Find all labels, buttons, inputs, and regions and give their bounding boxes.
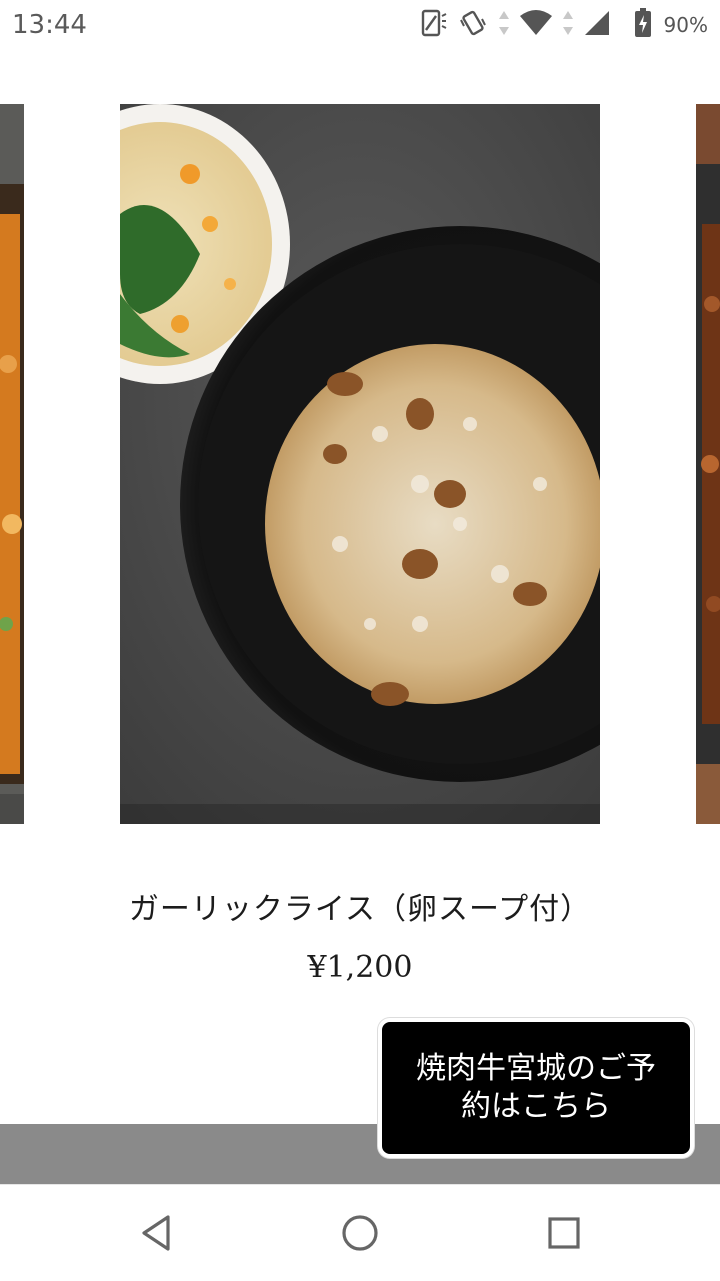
- carousel-slide-next[interactable]: [696, 104, 720, 824]
- home-icon: [342, 1215, 378, 1251]
- reservation-button[interactable]: 焼肉牛宮城のご予約はこちら: [378, 1018, 694, 1158]
- battery-percent: 90%: [663, 13, 708, 37]
- status-bar: 13:44 90%: [0, 0, 720, 50]
- carousel-slide-garlic-rice[interactable]: [120, 104, 600, 824]
- carousel-slide-previous[interactable]: [0, 104, 24, 824]
- wifi-icon: [519, 10, 552, 40]
- dish-name: ガーリックライス（卵スープ付）: [128, 892, 592, 927]
- back-button[interactable]: [132, 1209, 180, 1257]
- status-time: 13:44: [12, 10, 87, 40]
- battery-charging-icon: [634, 8, 652, 42]
- image-carousel[interactable]: [0, 104, 720, 824]
- screen-rotate-icon: [418, 8, 448, 42]
- vibrate-icon: [458, 8, 488, 42]
- back-icon: [142, 1215, 170, 1251]
- data-arrows-icon: [498, 10, 510, 40]
- dish-price: ¥1,200: [307, 950, 413, 985]
- data-arrows-icon: [562, 10, 574, 40]
- recents-icon: [548, 1217, 580, 1249]
- garlic-rice-photo: [120, 104, 600, 824]
- home-button[interactable]: [336, 1209, 384, 1257]
- navigation-bar: [0, 1184, 720, 1281]
- cell-signal-icon: [584, 10, 610, 40]
- recents-button[interactable]: [540, 1209, 588, 1257]
- status-icons: 90%: [418, 8, 708, 42]
